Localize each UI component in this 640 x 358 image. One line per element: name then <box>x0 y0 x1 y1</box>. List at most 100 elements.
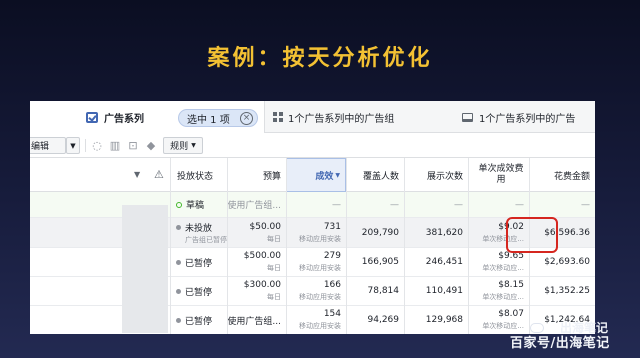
tab-ads-label: 1个广告系列中的广告 <box>479 113 576 125</box>
column-divider <box>170 158 171 334</box>
row-results: 279 <box>323 251 341 261</box>
row-status-detail: 广告组已暂停 <box>185 235 227 244</box>
row-impressions: — <box>454 199 463 210</box>
header-reach-label: 覆盖人数 <box>362 171 399 182</box>
header-results-label: 成效 <box>315 171 334 182</box>
row-cost: $8.07 <box>498 309 524 319</box>
row-status: 已暂停 <box>185 287 213 298</box>
row-results-type: 移动应用安装 <box>299 264 341 272</box>
row-cost: $8.15 <box>498 280 524 290</box>
column-divider <box>346 158 347 334</box>
edit-dropdown-button[interactable]: ▼ <box>66 137 80 154</box>
caret-down-icon: ▼ <box>70 141 76 150</box>
row-budget-period: 每日 <box>267 234 281 243</box>
header-spend[interactable]: 花费金额 <box>529 158 595 192</box>
row-reach: — <box>390 199 399 210</box>
trash-icon: ▥ <box>109 139 121 152</box>
sort-descending-icon: ▼ <box>335 171 340 179</box>
row-budget: 使用广告组... <box>227 201 281 211</box>
rules-button[interactable]: 规则 ▼ <box>163 137 203 154</box>
row-status: 未投放 <box>185 223 213 234</box>
toolbar-divider <box>85 139 86 152</box>
redacted-campaign-names <box>122 205 168 333</box>
row-budget: $300.00 <box>243 280 281 290</box>
row-reach: 78,814 <box>367 286 400 296</box>
row-budget: $500.00 <box>243 251 281 261</box>
duplicate-icon: ◌ <box>92 139 102 152</box>
selection-pill[interactable]: 选中 1 项 × <box>178 109 258 127</box>
highlight-annotation-box <box>506 217 558 253</box>
column-divider <box>404 158 405 334</box>
row-budget: 使用广告组... <box>227 316 281 327</box>
row-reach: 94,269 <box>367 315 400 325</box>
header-cost-per-result[interactable]: 单次成效费用 <box>468 158 529 192</box>
row-spend: — <box>581 199 590 210</box>
preview-button[interactable]: ⊡ <box>125 137 141 154</box>
row-reach: 209,790 <box>361 227 399 238</box>
checkbox-icon <box>86 111 98 123</box>
selection-label: 选中 1 项 <box>187 114 230 126</box>
header-reach[interactable]: 覆盖人数 <box>346 158 404 192</box>
draft-status-dot <box>176 201 182 208</box>
row-spend: $2,693.60 <box>544 257 590 267</box>
row-status: 已暂停 <box>185 316 213 327</box>
row-impressions: 129,968 <box>425 315 463 325</box>
paused-status-dot <box>176 317 181 323</box>
duplicate-button[interactable]: ◌ <box>89 137 105 154</box>
watermark-line2: 百家号/出海笔记 <box>510 336 610 351</box>
grid-icon <box>273 112 283 122</box>
delete-button[interactable]: ▥ <box>107 137 123 154</box>
ads-manager-screenshot: 广告系列 选中 1 项 × 1个广告系列中的广告组 1个广告系列中的广告 编辑 … <box>30 101 595 334</box>
row-results: 731 <box>323 221 341 232</box>
caret-down-icon: ▼ <box>191 142 196 149</box>
table-header: ▼ ⚠ 投放状态 预算 成效 ▼ 覆盖人数 展示次数 单次成效费用 花费金额 <box>30 158 595 192</box>
row-impressions: 381,620 <box>425 227 463 238</box>
row-cost-type: 单次移动应... <box>482 264 524 272</box>
row-impressions: 110,491 <box>425 286 463 296</box>
column-divider <box>227 158 228 334</box>
row-results: — <box>332 199 341 210</box>
table-row[interactable]: 已暂停 使用广告组... 154 移动应用安装 94,269 129,968 $8… <box>30 306 595 334</box>
table-row[interactable]: 已暂停 $300.00 每日 166 移动应用安装 78,814 110,491 $… <box>30 277 595 306</box>
edit-label: 编辑 <box>31 142 50 152</box>
header-spend-label: 花费金额 <box>553 171 590 182</box>
row-cost: — <box>515 199 524 210</box>
row-results-type: 移动应用安装 <box>299 293 341 301</box>
row-results: 154 <box>323 309 341 319</box>
tab-adsets-label: 1个广告系列中的广告组 <box>288 113 395 125</box>
tag-icon: ◆ <box>146 139 156 152</box>
header-impressions[interactable]: 展示次数 <box>404 158 468 192</box>
row-status: 草稿 <box>186 201 205 211</box>
tag-button[interactable]: ◆ <box>143 137 159 154</box>
table-row[interactable]: 草稿 使用广告组... — — — — — <box>30 192 595 218</box>
column-divider <box>468 158 469 334</box>
toolbar: 编辑 ▼ ◌ ▥ ⊡ ◆ 规则 ▼ <box>30 133 595 158</box>
header-results[interactable]: 成效 ▼ <box>286 158 346 192</box>
row-status: 已暂停 <box>185 258 213 269</box>
warning-icon: ⚠ <box>154 168 164 181</box>
row-spend: $1,352.25 <box>544 286 590 296</box>
tab-adsets[interactable]: 1个广告系列中的广告组 <box>273 101 453 133</box>
paused-status-dot <box>176 259 181 265</box>
slide-title: 案例：按天分析优化 <box>207 46 433 71</box>
row-reach: 166,905 <box>361 257 399 267</box>
header-impressions-label: 展示次数 <box>426 171 463 182</box>
clear-selection-icon[interactable]: × <box>240 112 253 125</box>
header-status-label: 投放状态 <box>177 171 214 182</box>
header-budget-label: 预算 <box>262 171 281 182</box>
row-results-type: 移动应用安装 <box>299 322 341 330</box>
header-budget[interactable]: 预算 <box>227 158 286 192</box>
rules-label: 规则 <box>170 142 189 152</box>
row-cost-type: 单次移动应... <box>482 322 524 330</box>
row-results-type: 移动应用安装 <box>299 234 341 243</box>
tab-ads[interactable]: 1个广告系列中的广告 <box>462 101 595 133</box>
edit-button[interactable]: 编辑 <box>30 137 66 154</box>
ad-icon <box>462 112 473 122</box>
row-impressions: 246,451 <box>425 257 463 267</box>
column-divider <box>286 158 287 334</box>
header-status[interactable]: 投放状态 <box>170 158 227 192</box>
header-cost-label: 单次成效费用 <box>478 164 524 185</box>
column-menu-caret-icon[interactable]: ▼ <box>134 170 140 179</box>
row-budget-period: 每日 <box>267 293 281 301</box>
paused-status-dot <box>176 288 181 294</box>
